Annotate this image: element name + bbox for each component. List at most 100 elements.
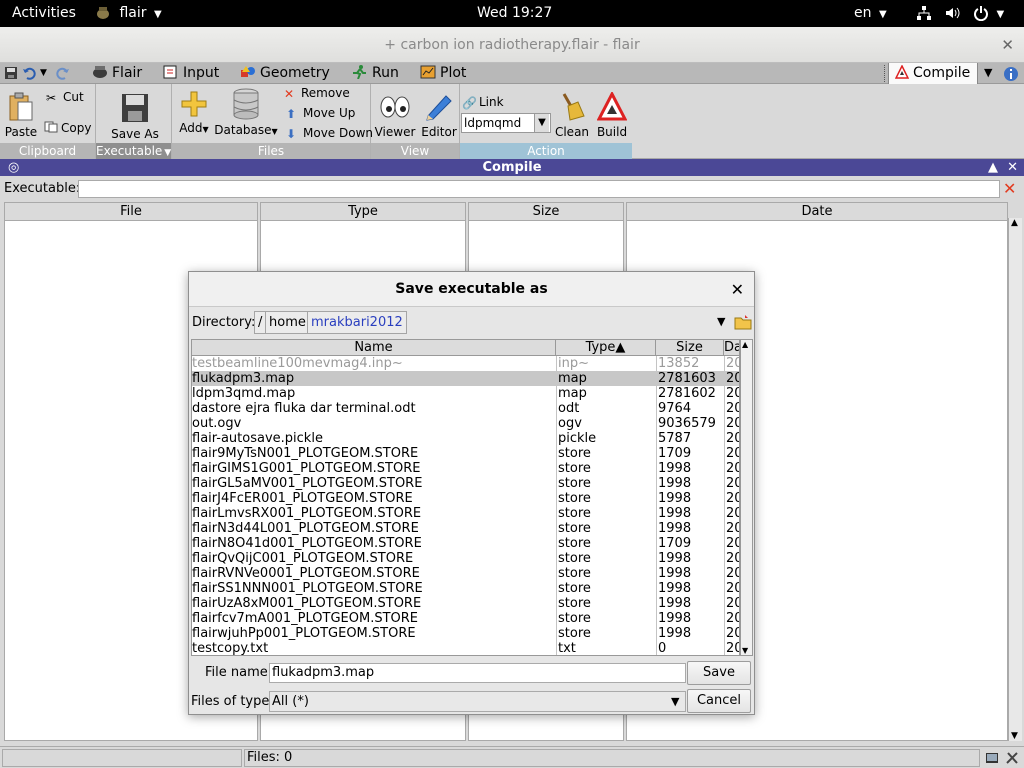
language-label: en xyxy=(854,5,872,21)
file-row[interactable]: flair9MyTsN001_PLOTGEOM.STORE store 1709 20 xyxy=(192,446,739,461)
executable-group-menu[interactable]: Executable ▼ xyxy=(96,143,171,159)
redo-icon[interactable] xyxy=(56,66,70,80)
copy-button[interactable]: Copy xyxy=(44,121,91,135)
directory-history-chevron-icon[interactable]: ▼ xyxy=(717,315,729,329)
file-row[interactable]: testcopy.txt txt 0 20 xyxy=(192,641,739,655)
files-of-type-select[interactable]: All (*) xyxy=(269,691,686,712)
editor-button[interactable]: Editor xyxy=(419,92,459,139)
database-button[interactable]: Database▼ xyxy=(214,88,278,137)
compile-list-scrollbar[interactable]: ▲ ▼ xyxy=(1008,218,1022,741)
file-date-cell: 20 xyxy=(726,566,739,581)
app-menu[interactable]: flair ▼ xyxy=(95,0,162,27)
scroll-up-icon[interactable]: ▲ xyxy=(742,340,748,349)
executable-input[interactable] xyxy=(78,180,1000,198)
save-button[interactable]: Save xyxy=(687,661,751,685)
undo-history-chevron-icon[interactable]: ▼ xyxy=(40,68,54,82)
terminal-icon[interactable] xyxy=(985,751,999,765)
path-home-button[interactable]: home xyxy=(265,311,310,334)
build-button[interactable]: Build xyxy=(594,90,630,139)
chevron-down-icon[interactable]: ▼ xyxy=(671,692,685,711)
size-column-header[interactable]: Size xyxy=(469,203,623,221)
tab-menu-chevron-icon[interactable]: ▼ xyxy=(984,66,992,79)
file-row[interactable]: out.ogv ogv 9036579 20 xyxy=(192,416,739,431)
scroll-down-icon[interactable]: ▼ xyxy=(742,646,748,655)
file-size-cell: 1998 xyxy=(658,491,692,506)
tools-icon[interactable] xyxy=(1005,750,1020,765)
size-column-header[interactable]: Size xyxy=(656,340,724,356)
file-row[interactable]: ldpm3qmd.map map 2781602 20 xyxy=(192,386,739,401)
move-down-button[interactable]: ⬇ Move Down xyxy=(286,126,373,141)
date-column-header[interactable]: Date xyxy=(627,203,1007,221)
cancel-button[interactable]: Cancel xyxy=(687,689,751,713)
link-select[interactable]: ldpmqmd ▼ xyxy=(461,113,551,133)
tab-compile[interactable]: Compile xyxy=(888,63,978,84)
file-list-scrollbar[interactable]: ▲ ▼ xyxy=(740,339,753,656)
file-row[interactable]: flairwjuhPp001_PLOTGEOM.STORE store 1998 20 xyxy=(192,626,739,641)
dialog-close-icon[interactable]: ✕ xyxy=(731,272,744,307)
file-row[interactable]: flairfcv7mA001_PLOTGEOM.STORE store 1998 20 xyxy=(192,611,739,626)
file-row[interactable]: flukadpm3.map map 2781603 20 xyxy=(192,371,739,386)
undo-icon[interactable] xyxy=(22,66,36,80)
file-type-cell: store xyxy=(558,551,591,566)
panel-collapse-icon[interactable]: ▲ xyxy=(988,159,998,176)
cut-label: Cut xyxy=(63,90,84,104)
language-indicator[interactable]: en ▼ xyxy=(854,0,887,27)
network-icon[interactable] xyxy=(916,0,932,27)
clipboard-group: Paste ✂ Cut Copy Clipboard xyxy=(0,84,96,159)
new-folder-icon[interactable] xyxy=(734,313,752,331)
add-button[interactable]: Add▼ xyxy=(176,90,212,135)
window-close-icon[interactable]: ✕ xyxy=(1001,27,1014,63)
clipboard-group-label: Clipboard xyxy=(0,143,95,159)
tab-run[interactable]: Run xyxy=(352,63,399,84)
file-row[interactable]: flairSS1NNN001_PLOTGEOM.STORE store 1998 20 xyxy=(192,581,739,596)
panel-close-icon[interactable]: ✕ xyxy=(1007,159,1018,176)
file-row[interactable]: testbeamline100mevmag4.inp~ inp~ 13852 20 xyxy=(192,356,739,371)
tab-geometry[interactable]: Geometry xyxy=(240,63,330,84)
chevron-down-icon[interactable]: ▼ xyxy=(534,114,549,132)
panel-pin-icon[interactable]: ◎ xyxy=(8,159,19,176)
file-row[interactable]: flairJ4FcER001_PLOTGEOM.STORE store 1998 20 xyxy=(192,491,739,506)
file-column-header[interactable]: File xyxy=(5,203,257,221)
paste-button[interactable]: Paste xyxy=(4,92,38,139)
volume-icon[interactable] xyxy=(944,0,960,27)
clear-executable-icon[interactable]: ✕ xyxy=(1003,180,1019,198)
tab-plot[interactable]: Plot xyxy=(420,63,466,84)
type-column-header[interactable]: Type xyxy=(261,203,465,221)
info-icon[interactable] xyxy=(1003,66,1019,82)
flair-cauldron-icon xyxy=(93,66,107,78)
clock[interactable]: Wed 19:27 xyxy=(477,0,552,27)
file-size-cell: 1998 xyxy=(658,506,692,521)
file-row[interactable]: flairUzA8xM001_PLOTGEOM.STORE store 1998 20 xyxy=(192,596,739,611)
file-row[interactable]: flairLmvsRX001_PLOTGEOM.STORE store 1998 20 xyxy=(192,506,739,521)
file-row[interactable]: flairRVNVe0001_PLOTGEOM.STORE store 1998 20 xyxy=(192,566,739,581)
file-row[interactable]: flairN3d44L001_PLOTGEOM.STORE store 1998 20 xyxy=(192,521,739,536)
file-row[interactable]: flairN8O41d001_PLOTGEOM.STORE store 1709 20 xyxy=(192,536,739,551)
type-column-header[interactable]: Type▲ xyxy=(556,340,656,356)
save-as-button[interactable]: Save As xyxy=(110,92,160,141)
scroll-down-icon[interactable]: ▼ xyxy=(1011,731,1018,741)
file-row[interactable]: flairQvQijC001_PLOTGEOM.STORE store 1998 20 xyxy=(192,551,739,566)
file-row[interactable]: flair-autosave.pickle pickle 5787 20 xyxy=(192,431,739,446)
power-icon[interactable]: ▼ xyxy=(973,0,1004,27)
file-name-input[interactable]: flukadpm3.map xyxy=(269,663,686,683)
name-column-header[interactable]: Name xyxy=(192,340,556,356)
cut-button[interactable]: ✂ Cut xyxy=(46,90,84,105)
save-icon[interactable] xyxy=(4,66,18,80)
file-size-cell: 9036579 xyxy=(658,416,716,431)
activities-button[interactable]: Activities xyxy=(12,0,76,27)
viewer-button[interactable]: Viewer xyxy=(373,92,417,139)
clean-button[interactable]: Clean xyxy=(554,92,590,139)
move-up-button[interactable]: ⬆ Move Up xyxy=(286,106,355,121)
tab-separator xyxy=(884,65,886,82)
tab-input[interactable]: Input xyxy=(163,63,219,84)
scroll-up-icon[interactable]: ▲ xyxy=(1011,218,1018,228)
path-current-button[interactable]: mrakbari2012 xyxy=(307,311,407,334)
remove-button[interactable]: ✕ Remove xyxy=(284,86,350,101)
file-type-cell: store xyxy=(558,536,591,551)
tab-flair[interactable]: Flair xyxy=(92,63,142,84)
file-row[interactable]: flairGIMS1G001_PLOTGEOM.STORE store 1998 20 xyxy=(192,461,739,476)
copy-label: Copy xyxy=(61,121,92,135)
file-row[interactable]: flairGL5aMV001_PLOTGEOM.STORE store 1998 20 xyxy=(192,476,739,491)
file-row[interactable]: dastore ejra fluka dar terminal.odt odt 97… xyxy=(192,401,739,416)
date-column-header[interactable]: Dat xyxy=(724,340,739,356)
